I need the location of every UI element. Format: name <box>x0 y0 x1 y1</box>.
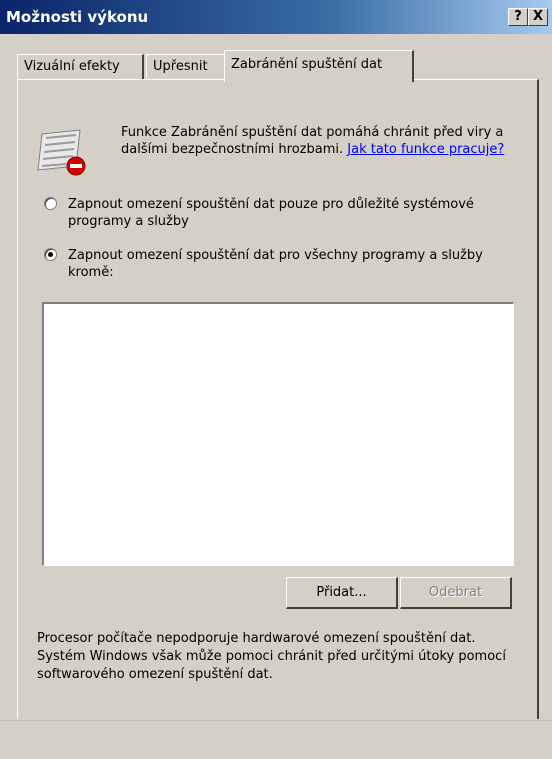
help-button[interactable]: ? <box>508 8 528 26</box>
option-essential-only-label[interactable]: Zapnout omezení spouštění dat pouze pro … <box>68 196 498 230</box>
close-button[interactable]: X <box>528 8 548 26</box>
radio-essential-only[interactable] <box>44 197 57 210</box>
dep-shield-icon <box>36 126 92 176</box>
dialog-bottom-area <box>0 720 552 759</box>
remove-button[interactable]: Odebrat <box>400 577 512 609</box>
exceptions-listbox[interactable] <box>42 302 514 566</box>
radio-all-programs[interactable] <box>44 248 57 261</box>
tab-data-execution-prevention[interactable]: Zabránění spuštění dat <box>224 50 414 82</box>
tab-advanced[interactable]: Upřesnit <box>146 54 226 80</box>
tab-visual-effects[interactable]: Vizuální efekty <box>17 54 144 80</box>
option-all-programs-label[interactable]: Zapnout omezení spouštění dat pro všechn… <box>68 247 498 281</box>
how-it-works-link[interactable]: Jak tato funkce pracuje? <box>347 142 504 157</box>
window-title: Možnosti výkonu <box>6 8 149 26</box>
title-bar[interactable]: Možnosti výkonu ? X <box>0 0 552 34</box>
hardware-support-note: Procesor počítače nepodporuje hardwarové… <box>37 631 506 682</box>
dep-description: Funkce Zabránění spuštění dat pomáhá chr… <box>121 124 521 158</box>
performance-options-window: Možnosti výkonu ? X Vizuální efekty Upře… <box>0 0 552 759</box>
tab-strip: Vizuální efekty Upřesnit Zabránění spušt… <box>17 50 537 82</box>
add-button[interactable]: Přidat... <box>286 577 398 609</box>
